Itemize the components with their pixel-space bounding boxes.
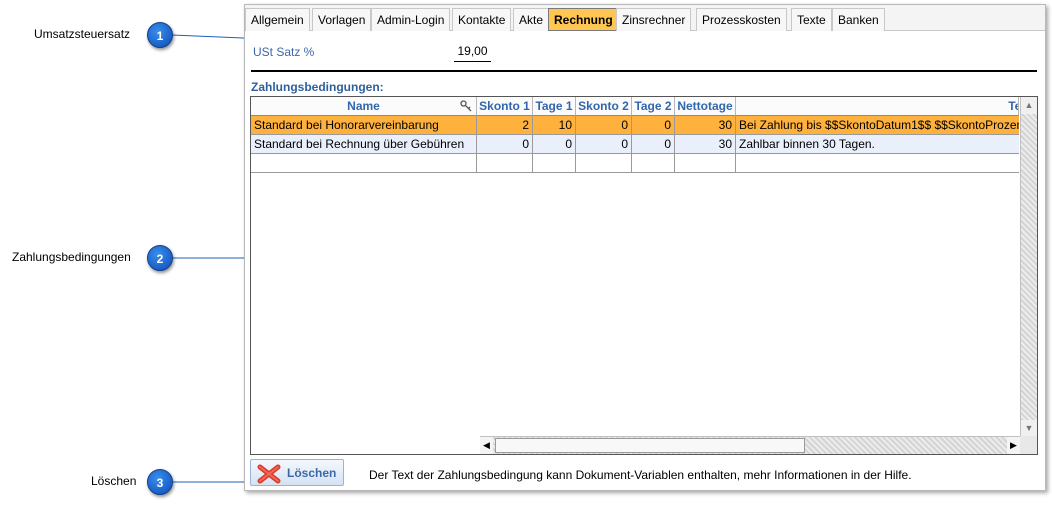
- delete-button[interactable]: Löschen: [250, 459, 344, 486]
- callout-label-umsatzsteuersatz: Umsatzsteuersatz: [34, 27, 131, 41]
- scroll-down-arrow-icon[interactable]: ▼: [1021, 420, 1037, 437]
- column-header-tage2[interactable]: Tage 2: [632, 97, 675, 116]
- column-header-name[interactable]: Name: [251, 97, 477, 116]
- callout-label-zahlungsbedingungen: Zahlungsbedingungen: [12, 250, 131, 264]
- cell-text[interactable]: [736, 154, 1019, 173]
- cell-nettotage[interactable]: 30: [675, 116, 736, 135]
- scroll-up-arrow-icon[interactable]: ▲: [1021, 97, 1037, 114]
- column-header-skonto2[interactable]: Skonto 2: [576, 97, 632, 116]
- cell-skonto1[interactable]: 0: [477, 135, 533, 154]
- info-text: Der Text der Zahlungsbedingung kann Doku…: [369, 468, 912, 482]
- cell-tage1[interactable]: [533, 154, 576, 173]
- callout-label-loeschen: Löschen: [91, 474, 137, 488]
- cell-nettotage[interactable]: 30: [675, 135, 736, 154]
- column-header-text-label: Text: [1008, 99, 1018, 113]
- tab-akte[interactable]: Akte: [513, 8, 550, 31]
- column-header-tage1[interactable]: Tage 1: [533, 97, 576, 116]
- red-x-icon: [257, 464, 281, 484]
- key-icon: [460, 100, 472, 112]
- ust-rate-input[interactable]: 19,00: [454, 42, 491, 62]
- column-header-skonto1[interactable]: Skonto 1: [477, 97, 533, 116]
- payment-terms-grid[interactable]: Name Skonto 1 Tage 1 Skonto 2 Tage 2 Net…: [250, 96, 1038, 455]
- scroll-left-arrow-icon[interactable]: ◀: [480, 437, 493, 454]
- cell-skonto1[interactable]: [477, 154, 533, 173]
- column-header-name-label: Name: [347, 99, 380, 113]
- table-row[interactable]: Standard bei Honorarvereinbarung 2 10 0 …: [251, 116, 1019, 135]
- cell-name[interactable]: Standard bei Rechnung über Gebühren: [251, 135, 477, 154]
- table-row[interactable]: Standard bei Rechnung über Gebühren 0 0 …: [251, 135, 1019, 154]
- cell-name[interactable]: [251, 154, 477, 173]
- callout-badge-1: 1: [147, 22, 173, 48]
- ust-rate-label: USt Satz %: [253, 45, 315, 59]
- cell-tage1[interactable]: 10: [533, 116, 576, 135]
- cell-nettotage[interactable]: [675, 154, 736, 173]
- settings-panel: Allgemein Vorlagen Admin-Login Kontakte …: [244, 4, 1046, 491]
- delete-button-label: Löschen: [287, 466, 337, 480]
- tab-allgemein[interactable]: Allgemein: [245, 8, 310, 31]
- cell-skonto1[interactable]: 2: [477, 116, 533, 135]
- cell-skonto2[interactable]: 0: [576, 116, 632, 135]
- tab-texte[interactable]: Texte: [791, 8, 832, 31]
- cell-tage2[interactable]: [632, 154, 675, 173]
- tab-prozesskosten[interactable]: Prozesskosten: [696, 8, 787, 31]
- vertical-scrollbar[interactable]: ▲ ▼: [1020, 97, 1037, 437]
- column-header-text[interactable]: Text: [736, 97, 1019, 116]
- cell-name[interactable]: Standard bei Honorarvereinbarung: [251, 116, 477, 135]
- tab-rechnung[interactable]: Rechnung: [548, 8, 619, 31]
- payment-terms-title: Zahlungsbedingungen:: [251, 80, 384, 94]
- tab-banken[interactable]: Banken: [832, 8, 885, 31]
- horizontal-scrollbar[interactable]: ◀ ▶: [480, 436, 1020, 454]
- cell-skonto2[interactable]: 0: [576, 135, 632, 154]
- tab-bar: Allgemein Vorlagen Admin-Login Kontakte …: [245, 5, 1045, 31]
- callout-badge-3: 3: [147, 469, 173, 495]
- tab-kontakte[interactable]: Kontakte: [452, 8, 512, 31]
- cell-text[interactable]: Zahlbar binnen 30 Tagen.: [736, 135, 1019, 154]
- horizontal-scroll-thumb[interactable]: [495, 438, 805, 453]
- cell-text[interactable]: Bei Zahlung bis $$SkontoDatum1$$ $$Skont…: [736, 116, 1019, 135]
- scroll-right-arrow-icon[interactable]: ▶: [1007, 437, 1020, 454]
- cell-tage2[interactable]: 0: [632, 135, 675, 154]
- cell-skonto2[interactable]: [576, 154, 632, 173]
- tab-admin-login[interactable]: Admin-Login: [371, 8, 451, 31]
- scrollbar-corner: [1020, 436, 1037, 454]
- cell-tage1[interactable]: 0: [533, 135, 576, 154]
- table-row-new[interactable]: [251, 154, 1019, 173]
- column-header-nettotage[interactable]: Nettotage: [675, 97, 736, 116]
- divider: [251, 70, 1037, 72]
- callout-badge-2: 2: [147, 245, 173, 271]
- cell-tage2[interactable]: 0: [632, 116, 675, 135]
- tab-zinsrechner[interactable]: Zinsrechner: [616, 8, 692, 31]
- tab-vorlagen[interactable]: Vorlagen: [312, 8, 372, 31]
